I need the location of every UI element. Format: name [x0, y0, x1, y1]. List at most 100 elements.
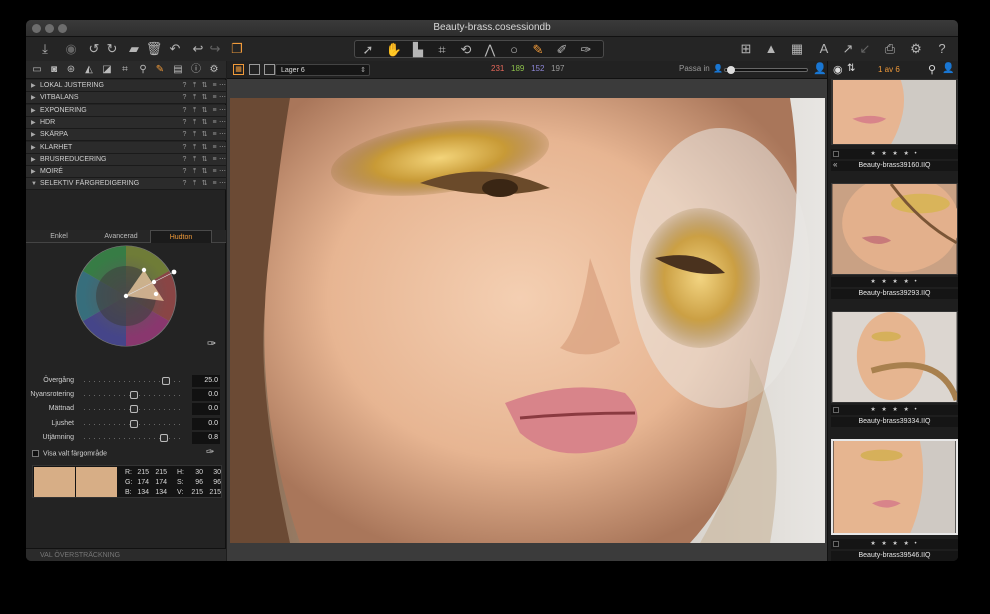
copy-section-icon[interactable]: ⇅	[200, 142, 209, 154]
more-icon[interactable]: ⋯	[218, 178, 227, 190]
disclosure-arrow-icon[interactable]: ▶	[31, 166, 36, 178]
more-icon[interactable]: ⋯	[218, 154, 227, 166]
thumbnail-checkbox[interactable]	[833, 541, 839, 547]
eyedropper-icon[interactable]: ✑	[206, 447, 214, 458]
multi-view-icon[interactable]	[264, 64, 275, 75]
thumbnail-image[interactable]	[831, 79, 958, 145]
reset-section-icon[interactable]: ⤒	[190, 129, 199, 141]
subtab-skin-tone[interactable]: Hudton	[150, 230, 212, 243]
tool-section-row[interactable]: ▶ HDR? ⤒ ⇅ ≡ ⋯	[26, 116, 226, 129]
camera-icon[interactable]: ◉	[62, 40, 80, 58]
sort-icon[interactable]: ⇅	[847, 63, 855, 74]
slider-knob[interactable]	[130, 419, 138, 428]
tool-section-row[interactable]: ▶ LOKAL JUSTERING? ⤒ ⇅ ≡ ⋯	[26, 80, 226, 92]
rating-stars[interactable]: ★ ★ ★ ★ •	[831, 277, 958, 287]
capture-tab-icon[interactable]: ◙	[47, 63, 61, 77]
reset-section-icon[interactable]: ⤒	[190, 117, 199, 129]
grid-view-icon[interactable]: ▦	[233, 64, 244, 75]
more-icon[interactable]: ⋯	[218, 80, 227, 92]
copy-section-icon[interactable]: ⇅	[200, 92, 209, 104]
thumbnail-checkbox[interactable]	[833, 151, 839, 157]
slider-track[interactable]	[84, 437, 184, 439]
slider-value-field[interactable]: 0.8	[192, 431, 220, 444]
disclosure-arrow-icon[interactable]: ▶	[31, 154, 36, 166]
brush-icon[interactable]: ✐	[553, 41, 571, 59]
reset-icon[interactable]: ↶	[166, 40, 184, 58]
zoom-slider-knob[interactable]	[727, 66, 735, 74]
thumbnail-image[interactable]	[831, 311, 958, 403]
reset-section-icon[interactable]: ⤒	[190, 80, 199, 92]
reset-section-icon[interactable]: ⤒	[190, 178, 199, 190]
help-icon[interactable]: ?	[180, 117, 189, 129]
disclosure-arrow-icon[interactable]: ▶	[31, 80, 36, 92]
slider-knob[interactable]	[162, 377, 170, 385]
more-icon[interactable]: ⋯	[218, 166, 227, 178]
disclosure-arrow-icon[interactable]: ▶	[31, 92, 36, 104]
copy-section-icon[interactable]: ⇅	[200, 105, 209, 117]
collapse-stack-icon[interactable]: «	[833, 160, 837, 169]
undo-icon[interactable]: ↩	[189, 40, 207, 58]
text-overlay-icon[interactable]: A	[815, 40, 833, 58]
copy-section-icon[interactable]: ⇅	[200, 166, 209, 178]
copy-adjustments-icon[interactable]: ↗	[839, 40, 857, 58]
grid-icon[interactable]: ▦	[788, 40, 806, 58]
copy-section-icon[interactable]: ⇅	[200, 129, 209, 141]
zoom-slider[interactable]	[724, 66, 808, 74]
search-icon[interactable]: ⚲	[928, 63, 936, 76]
lens-tab-icon[interactable]: ◪	[100, 63, 114, 77]
rotate-tool-icon[interactable]: ⟲	[457, 41, 475, 59]
rating-stars[interactable]: ★ ★ ★ ★ •	[831, 149, 958, 159]
subtab-basic[interactable]: Enkel	[28, 230, 90, 243]
tool-section-row[interactable]: ▶ VITBALANS? ⤒ ⇅ ≡ ⋯	[26, 92, 227, 105]
disclosure-arrow-icon[interactable]: ▶	[31, 129, 36, 141]
copy-section-icon[interactable]: ⇅	[200, 178, 209, 190]
help-icon[interactable]: ?	[180, 142, 189, 154]
more-icon[interactable]: ⋯	[218, 129, 227, 141]
slider-value-field[interactable]: 0.0	[192, 389, 220, 402]
user-icon[interactable]: 👤	[942, 63, 954, 74]
slider-knob[interactable]	[160, 433, 168, 442]
metadata-tab-icon[interactable]: ▤	[171, 63, 185, 77]
more-icon[interactable]: ⋯	[218, 92, 227, 104]
color-wheel[interactable]	[74, 244, 178, 348]
more-icon[interactable]: ⋯	[218, 142, 227, 154]
rotate-left-icon[interactable]: ↺	[85, 40, 103, 58]
wheel-hue-handle-a[interactable]	[141, 267, 147, 273]
color-tab-icon[interactable]: ⊛	[64, 63, 78, 77]
rotate-right-icon[interactable]: ↻	[103, 40, 121, 58]
move-to-folder-icon[interactable]: ▰	[125, 40, 143, 58]
help-icon[interactable]: ?	[180, 166, 189, 178]
reset-section-icon[interactable]: ⤒	[190, 105, 199, 117]
wheel-center-handle[interactable]	[123, 293, 129, 299]
keystone-icon[interactable]: ⋀	[481, 41, 499, 59]
help-icon[interactable]: ?	[180, 129, 189, 141]
output-tab-icon[interactable]: ⓘ	[189, 63, 203, 77]
color-picker-icon[interactable]: ✎	[529, 41, 547, 59]
trash-icon[interactable]: 🗑	[145, 40, 163, 58]
show-selected-checkbox[interactable]	[32, 450, 39, 457]
help-icon[interactable]: ?	[180, 105, 189, 117]
help-icon[interactable]: ?	[180, 178, 189, 190]
tool-section-row[interactable]: ▼ SELEKTIV FÄRGREDIGERING? ⤒ ⇅ ≡ ⋯	[26, 178, 227, 191]
redo-icon[interactable]: ↪	[206, 40, 224, 58]
collapsed-section[interactable]: VAL ÖVERSTRÄCKNING	[26, 548, 226, 561]
copy-section-icon[interactable]: ⇅	[200, 154, 209, 166]
copy-section-icon[interactable]: ⇅	[200, 80, 209, 92]
reset-section-icon[interactable]: ⤒	[190, 154, 199, 166]
select-cursor-icon[interactable]: ➚	[359, 41, 377, 59]
help-icon[interactable]: ?	[933, 40, 951, 58]
copy-section-icon[interactable]: ⇅	[200, 117, 209, 129]
batch-tab-icon[interactable]: ⚙	[207, 63, 221, 77]
thumbnail-image[interactable]	[831, 183, 958, 275]
tool-section-row[interactable]: ▶ SKÄRPA? ⤒ ⇅ ≡ ⋯	[26, 129, 227, 142]
rating-stars[interactable]: ★ ★ ★ ★ •	[831, 405, 958, 415]
more-icon[interactable]: ⋯	[218, 105, 227, 117]
thumbnail-checkbox[interactable]	[833, 407, 839, 413]
main-photo[interactable]	[230, 98, 825, 543]
composition-tab-icon[interactable]: ⌗	[118, 63, 132, 77]
tool-section-row[interactable]: ▶ MOIRÉ? ⤒ ⇅ ≡ ⋯	[26, 166, 227, 179]
picker-eyedropper-icon[interactable]: ✑	[207, 337, 216, 350]
rating-stars[interactable]: ★ ★ ★ ★ •	[831, 539, 958, 549]
apply-adjustments-icon[interactable]: ↙	[856, 40, 874, 58]
tool-section-row[interactable]: ▶ KLARHET? ⤒ ⇅ ≡ ⋯	[26, 141, 227, 154]
